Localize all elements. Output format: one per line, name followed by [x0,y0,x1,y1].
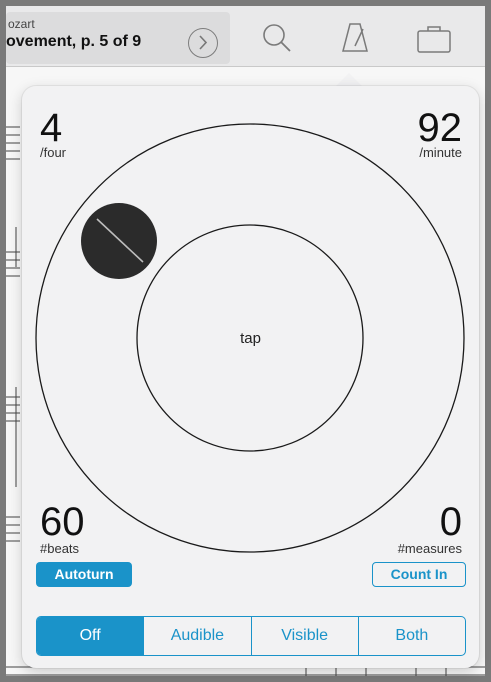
metronome-icon[interactable] [340,20,370,54]
beats-count-value[interactable]: 60 [40,502,85,542]
piece-title-block[interactable]: ozart ovement, p. 5 of 9 [6,12,230,64]
briefcase-icon[interactable] [416,24,452,54]
toolbar: ozart ovement, p. 5 of 9 [6,6,485,67]
beats-per-measure-value[interactable]: 4 [40,108,62,148]
metronome-popover: 4 /four 92 /minute tap 60 #beats 0 #meas… [22,86,479,668]
mode-off-segment[interactable]: Off [37,617,144,655]
count-in-button[interactable]: Count In [372,562,466,587]
mode-visible-segment[interactable]: Visible [250,617,358,655]
tempo-label: /minute [419,145,462,160]
movement-page-title: ovement, p. 5 of 9 [6,33,142,50]
tap-label: tap [240,330,261,347]
measures-count-label: #measures [397,541,462,556]
popover-arrow [335,73,363,87]
autoturn-button[interactable]: Autoturn [36,562,132,587]
tempo-knob[interactable] [81,203,157,279]
tempo-value[interactable]: 92 [418,108,463,148]
metronome-mode-control: Off Audible Visible Both [36,616,466,656]
beats-per-measure-label: /four [40,145,67,160]
next-page-button[interactable] [188,28,218,58]
chevron-right-icon [199,35,208,50]
composer-name: ozart [8,17,35,31]
measures-count-value[interactable]: 0 [440,502,462,542]
mode-both-segment[interactable]: Both [357,617,465,655]
beats-count-label: #beats [40,541,80,556]
search-icon[interactable] [261,22,293,54]
mode-audible-segment[interactable]: Audible [143,617,250,655]
